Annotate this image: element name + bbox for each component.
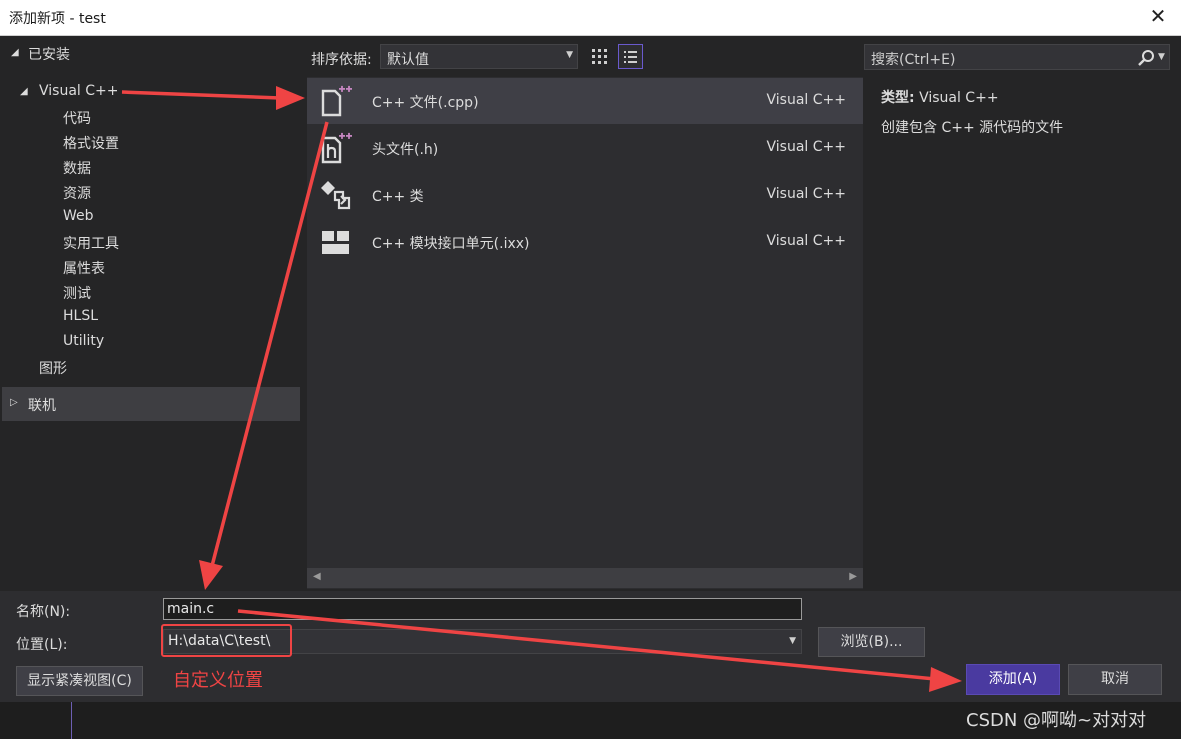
template-category: Visual C++: [766, 186, 846, 202]
template-category: Visual C++: [766, 92, 846, 108]
tree-node-utilities[interactable]: 实用工具: [63, 233, 119, 253]
category-tree: ◢ 已安装 ◢ Visual C++ 代码 格式设置 数据 资源 Web 实用工…: [2, 36, 301, 590]
template-row-module[interactable]: C++ 模块接口单元(.ixx) Visual C++: [307, 219, 863, 265]
details-type: 类型: Visual C++: [881, 87, 999, 107]
template-name: C++ 类: [372, 189, 424, 205]
tree-node-code[interactable]: 代码: [63, 108, 91, 128]
search-icon[interactable]: [1137, 49, 1155, 67]
details-type-label: 类型:: [881, 90, 915, 106]
location-highlight-box: [161, 624, 292, 657]
sort-label: 排序依据:: [311, 52, 372, 68]
tree-node-resource[interactable]: 资源: [63, 183, 91, 203]
dropdown-arrow-icon: ▼: [566, 50, 573, 60]
tree-node-installed[interactable]: 已安装: [28, 44, 70, 64]
template-category: Visual C++: [766, 139, 846, 155]
collapse-triangle-icon[interactable]: ◢: [11, 47, 19, 58]
editor-divider: [71, 702, 72, 739]
grid-view-icon[interactable]: [588, 44, 612, 69]
scroll-right-icon[interactable]: ▶: [849, 571, 857, 582]
search-placeholder: 搜索(Ctrl+E): [871, 52, 956, 68]
window-title: 添加新项 - test: [9, 11, 106, 27]
template-name: 头文件(.h): [372, 142, 439, 158]
tree-node-graphics[interactable]: 图形: [39, 358, 67, 378]
tree-node-online-row[interactable]: ▷ 联机: [2, 387, 300, 421]
sort-dropdown[interactable]: 默认值 ▼: [380, 44, 578, 69]
tree-node-visual-cpp[interactable]: Visual C++: [39, 83, 118, 99]
search-options-arrow-icon[interactable]: ▼: [1158, 52, 1165, 62]
template-category: Visual C++: [766, 233, 846, 249]
add-button[interactable]: 添加(A): [966, 664, 1060, 695]
cpp-file-icon: [319, 84, 353, 118]
dropdown-arrow-icon[interactable]: ▼: [789, 636, 796, 646]
watermark: CSDN @啊呦~对对对: [966, 710, 1147, 731]
tree-node-data[interactable]: 数据: [63, 158, 91, 178]
template-name: C++ 文件(.cpp): [372, 95, 479, 111]
tree-node-property-sheet[interactable]: 属性表: [63, 258, 105, 278]
template-name: C++ 模块接口单元(.ixx): [372, 236, 530, 252]
search-input[interactable]: 搜索(Ctrl+E) ▼: [864, 44, 1170, 70]
module-interface-icon: [319, 225, 353, 259]
tree-node-hlsl[interactable]: HLSL: [63, 308, 98, 324]
annotation-text: 自定义位置: [173, 670, 263, 691]
horizontal-scrollbar[interactable]: ◀ ▶: [307, 568, 863, 588]
template-list: C++ 文件(.cpp) Visual C++ 头文件(.h) Visual C…: [307, 77, 863, 589]
list-view-icon[interactable]: [618, 44, 643, 69]
cpp-class-icon: [319, 178, 353, 212]
tree-node-formatting[interactable]: 格式设置: [63, 133, 119, 153]
collapse-triangle-icon[interactable]: ◢: [20, 86, 28, 97]
compact-view-button[interactable]: 显示紧凑视图(C): [16, 666, 143, 696]
expand-triangle-icon[interactable]: ▷: [10, 397, 18, 408]
template-row-header[interactable]: 头文件(.h) Visual C++: [307, 125, 863, 171]
location-label: 位置(L):: [16, 637, 68, 653]
details-description: 创建包含 C++ 源代码的文件: [881, 120, 1064, 136]
template-row-class[interactable]: C++ 类 Visual C++: [307, 172, 863, 218]
name-field[interactable]: [163, 598, 802, 620]
name-label: 名称(N):: [16, 604, 71, 620]
title-bar: 添加新项 - test ✕: [0, 0, 1181, 36]
cancel-button[interactable]: 取消: [1068, 664, 1162, 695]
browse-button[interactable]: 浏览(B)...: [818, 627, 925, 657]
tree-node-online: 联机: [28, 398, 56, 414]
tree-node-utility[interactable]: Utility: [63, 333, 104, 349]
scroll-left-icon[interactable]: ◀: [313, 571, 321, 582]
close-button[interactable]: ✕: [1146, 4, 1170, 28]
sort-value: 默认值: [387, 52, 429, 68]
template-row-cpp[interactable]: C++ 文件(.cpp) Visual C++: [307, 78, 863, 124]
details-type-value: Visual C++: [919, 90, 999, 106]
header-file-icon: [319, 131, 353, 165]
details-panel: 类型: Visual C++ 创建包含 C++ 源代码的文件: [864, 77, 1176, 277]
tree-node-test[interactable]: 测试: [63, 283, 91, 303]
tree-node-web[interactable]: Web: [63, 208, 94, 224]
